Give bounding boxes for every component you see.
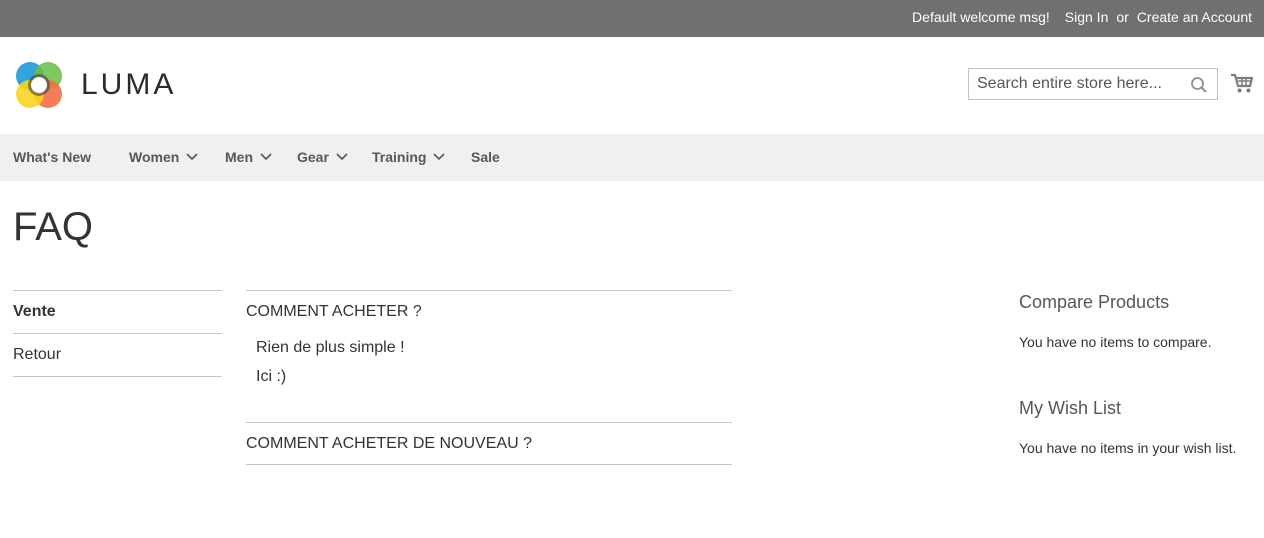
faq-category-vente[interactable]: Vente xyxy=(13,291,222,334)
nav-item-sale[interactable]: Sale xyxy=(471,149,500,165)
search-icon[interactable] xyxy=(1190,76,1208,94)
search-box xyxy=(968,68,1218,100)
compare-products-title: Compare Products xyxy=(1019,292,1170,312)
nav-item-label: Sale xyxy=(471,149,500,165)
wishlist-title: My Wish List xyxy=(1019,398,1122,418)
sidebar: Compare Products You have no items to co… xyxy=(1019,290,1259,456)
faq-question[interactable]: COMMENT ACHETER ? xyxy=(246,291,732,333)
cart-icon[interactable] xyxy=(1230,71,1254,95)
wishlist-empty: You have no items in your wish list. xyxy=(1019,440,1237,456)
faq-answer-line: Ici :) xyxy=(256,368,287,385)
header-links: Default welcome msg! Sign In or Create a… xyxy=(912,9,1252,25)
faq-question[interactable]: COMMENT ACHETER DE NOUVEAU ? xyxy=(246,423,732,465)
chevron-down-icon xyxy=(260,153,272,161)
nav-item-women[interactable]: Women xyxy=(129,149,198,165)
nav-item-label: Training xyxy=(372,149,427,165)
sign-in-link[interactable]: Sign In xyxy=(1065,9,1109,25)
compare-products-block: Compare Products You have no items to co… xyxy=(1019,292,1259,350)
faq-category-retour[interactable]: Retour xyxy=(13,334,222,377)
nav-item-men[interactable]: Men xyxy=(225,149,272,165)
nav-item-label: Men xyxy=(225,149,253,165)
store-logo[interactable]: LUMA xyxy=(13,59,176,111)
chevron-down-icon xyxy=(336,153,348,161)
create-account-link[interactable]: Create an Account xyxy=(1137,9,1252,25)
faq-answer-line: Rien de plus simple ! xyxy=(256,339,405,356)
nav-item-label: What's New xyxy=(13,149,92,165)
faq-answer: Rien de plus simple ! Ici :) xyxy=(246,333,732,423)
nav-item-whats-new[interactable]: What's New xyxy=(13,149,91,165)
nav-item-training[interactable]: Training xyxy=(372,149,446,165)
nav-item-label: Gear xyxy=(297,149,329,165)
nav-item-gear[interactable]: Gear xyxy=(297,149,348,165)
luma-logo-icon xyxy=(16,62,62,108)
welcome-message: Default welcome msg! xyxy=(912,9,1050,25)
faq-accordion: COMMENT ACHETER ? Rien de plus simple ! … xyxy=(246,290,732,465)
page-title: FAQ xyxy=(13,205,94,249)
search-input[interactable] xyxy=(969,69,1189,99)
top-header-bar: Default welcome msg! Sign In or Create a… xyxy=(0,0,1264,37)
main-navigation: What's New Women Men Gear Training Sale xyxy=(0,134,1264,181)
compare-products-empty: You have no items to compare. xyxy=(1019,334,1212,350)
wishlist-block: My Wish List You have no items in your w… xyxy=(1019,398,1259,456)
brand-name: LUMA xyxy=(81,68,177,101)
chevron-down-icon xyxy=(433,153,446,161)
or-text: or xyxy=(1116,9,1129,25)
chevron-down-icon xyxy=(186,153,198,161)
nav-item-label: Women xyxy=(129,149,180,165)
faq-category-list: Vente Retour xyxy=(13,290,222,377)
